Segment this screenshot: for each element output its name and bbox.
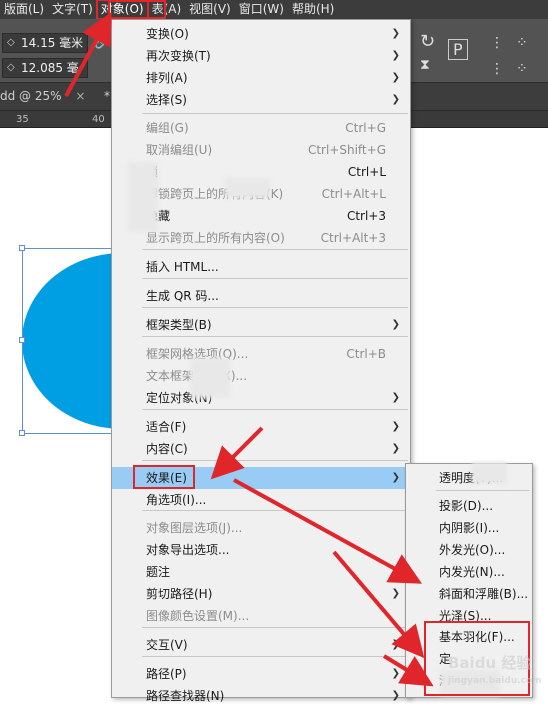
- watermark-text: Baidu 经验: [448, 654, 532, 672]
- annotation-arrows: [64, 11, 434, 687]
- arrow-to-object-menu: [64, 11, 112, 97]
- arrow-to-directional-feather: [382, 654, 434, 687]
- watermark-logo: Baidu 经验: [448, 652, 531, 673]
- arrow-to-feather: [332, 550, 425, 659]
- watermark-subtext: jingyan.baidu.com: [448, 676, 542, 686]
- watermark-url: jingyan.baidu.com: [448, 676, 542, 686]
- arrow-to-effects: [210, 426, 264, 480]
- arrow-to-effects-submenu: [233, 478, 423, 584]
